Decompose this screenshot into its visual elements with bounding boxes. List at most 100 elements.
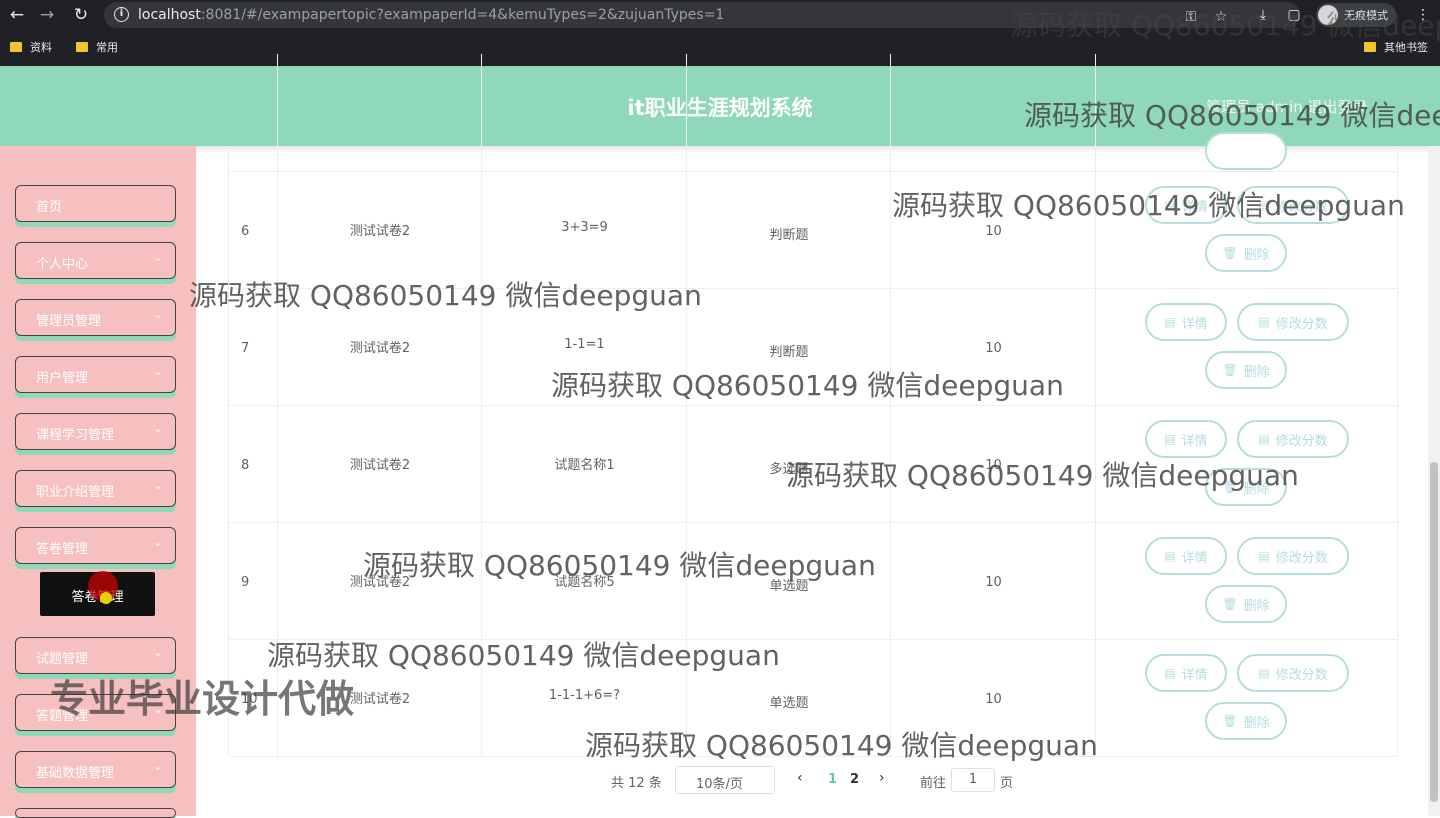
detail-button-label: 详情 xyxy=(1181,433,1208,449)
edit-score-button[interactable]: ▤ 修改分数 xyxy=(1237,654,1349,692)
edit-score-button-label: 修改分数 xyxy=(1275,550,1328,566)
delete-button[interactable] xyxy=(1205,132,1287,170)
reload-icon[interactable]: ↻ xyxy=(70,4,92,26)
page-1[interactable]: 1 xyxy=(828,772,837,787)
table-cell: 9 xyxy=(229,523,278,640)
sidebar-item-courses[interactable]: 课程学习管理 ⌄ xyxy=(15,413,176,450)
detail-button[interactable]: ▤ 详情 xyxy=(1145,537,1227,575)
delete-button[interactable]: 🗑 删除 xyxy=(1205,702,1287,740)
key-icon[interactable]: ⚿ xyxy=(1180,6,1202,28)
table-cell: 10 xyxy=(891,406,1096,523)
table-cell: 8 xyxy=(229,406,278,523)
cell-score: 10 xyxy=(985,224,1002,239)
download-icon[interactable]: ⤓ xyxy=(1252,4,1274,26)
forward-icon[interactable]: → xyxy=(36,4,58,26)
edit-score-button[interactable]: ▤ 修改分数 xyxy=(1237,186,1349,224)
table-cell: 多选题 xyxy=(687,406,891,523)
delete-button[interactable]: 🗑 删除 xyxy=(1205,351,1287,389)
other-bookmarks[interactable]: 其他书签 xyxy=(1364,39,1428,55)
edit-score-button-label: 修改分数 xyxy=(1275,316,1328,332)
sidebar-item-more[interactable] xyxy=(15,808,176,818)
table-row: 10 测试试卷2 1-1-1+6=? 单选题 10 ▤ 详情 ▤ 修改分数 🗑 删除 xyxy=(229,640,1397,757)
cell-paper: 测试试卷2 xyxy=(349,458,411,473)
document-icon: ▤ xyxy=(1258,432,1270,446)
table-cell: 7 xyxy=(229,289,278,406)
cell-paper: 测试试卷2 xyxy=(349,341,411,356)
scrollbar[interactable] xyxy=(1428,146,1440,816)
sidebar-item-home[interactable]: 首页 xyxy=(15,185,176,222)
page-size-select[interactable]: 10条/页 ⌄ xyxy=(675,766,775,794)
cell-type: 判断题 xyxy=(769,345,809,360)
goto-unit: 页 xyxy=(1000,776,1014,791)
table-cell: 单选题 xyxy=(687,523,891,640)
cell-score: 10 xyxy=(985,341,1002,356)
table-row: 9 测试试卷2 试题名称5 单选题 10 ▤ 详情 ▤ 修改分数 🗑 删除 xyxy=(229,523,1397,640)
table-cell: 试题名称5 xyxy=(482,523,687,640)
sidebar-item-careers[interactable]: 职业介绍管理 ⌄ xyxy=(15,470,176,507)
detail-button[interactable]: ▤ 详情 xyxy=(1145,303,1227,341)
cell-question: 1-1-1+6=? xyxy=(548,688,621,703)
detail-button[interactable]: ▤ 详情 xyxy=(1145,186,1227,224)
document-icon: ▤ xyxy=(1258,666,1270,680)
cell-paper: 测试试卷2 xyxy=(349,224,411,239)
sidepanel-icon[interactable]: ▢ xyxy=(1283,4,1305,26)
table-cell: 单选题 xyxy=(687,640,891,757)
table-cell: 判断题 xyxy=(687,289,891,406)
scrollbar-thumb[interactable] xyxy=(1430,462,1438,802)
cell-score: 10 xyxy=(985,458,1002,473)
edit-score-button-label: 修改分数 xyxy=(1275,433,1328,449)
star-icon[interactable]: ☆ xyxy=(1210,6,1232,28)
detail-button-label: 详情 xyxy=(1181,667,1208,683)
delete-button-label: 删除 xyxy=(1243,247,1270,263)
edit-score-button[interactable]: ▤ 修改分数 xyxy=(1237,420,1349,458)
document-icon: ▤ xyxy=(1164,198,1176,212)
table-cell: 3+3=9 xyxy=(482,172,687,289)
table-cell: 1-1=1 xyxy=(482,289,687,406)
delete-button[interactable]: 🗑 删除 xyxy=(1205,468,1287,506)
profile-chip[interactable]: 无痕模式 xyxy=(1316,3,1396,27)
goto-page-input[interactable]: 1 xyxy=(951,768,995,792)
site-info-icon[interactable]: i xyxy=(114,7,129,22)
document-icon: ▤ xyxy=(1164,432,1176,446)
trash-icon: 🗑 xyxy=(1222,714,1238,728)
trash-icon: 🗑 xyxy=(1222,480,1238,494)
cell-index: 8 xyxy=(241,458,250,473)
next-page-icon[interactable]: › xyxy=(879,770,885,786)
cell-type: 单选题 xyxy=(769,579,809,594)
detail-button[interactable]: ▤ 详情 xyxy=(1145,420,1227,458)
edit-score-button[interactable]: ▤ 修改分数 xyxy=(1237,303,1349,341)
edit-score-button-label: 修改分数 xyxy=(1275,667,1328,683)
edit-score-button-label: 修改分数 xyxy=(1275,199,1328,215)
document-icon: ▤ xyxy=(1258,315,1270,329)
cell-index: 9 xyxy=(241,575,250,590)
table-row: 8 测试试卷2 试题名称1 多选题 10 ▤ 详情 ▤ 修改分数 🗑 删除 xyxy=(229,406,1397,523)
folder-icon xyxy=(1364,42,1376,52)
table-cell: 10 xyxy=(891,172,1096,289)
bookmark-folder-1[interactable]: 资料 xyxy=(10,39,52,55)
bookmark-folder-2[interactable]: 常用 xyxy=(76,39,118,55)
sidebar-item-admins[interactable]: 管理员管理 ⌄ xyxy=(15,299,176,336)
prev-page-icon[interactable]: ‹ xyxy=(797,770,803,786)
sidebar-item-exampapers[interactable]: 答卷管理 ⌄ xyxy=(15,527,176,564)
delete-button-label: 删除 xyxy=(1243,598,1270,614)
cell-index: 6 xyxy=(241,224,250,239)
cell-type: 单选题 xyxy=(769,696,809,711)
table-cell: 6 xyxy=(229,172,278,289)
url-bar[interactable]: i localhost:8081/#/exampapertopic?exampa… xyxy=(104,2,1300,28)
menu-kebab-icon[interactable]: ⋮ xyxy=(1412,4,1434,26)
delete-button-label: 删除 xyxy=(1243,364,1270,380)
delete-button[interactable]: 🗑 删除 xyxy=(1205,234,1287,272)
page-2[interactable]: 2 xyxy=(850,772,859,787)
goto-label: 前往 xyxy=(920,776,947,791)
cell-type: 判断题 xyxy=(769,228,809,243)
sidebar-item-profile[interactable]: 个人中心 ⌄ xyxy=(15,242,176,279)
delete-button[interactable]: 🗑 删除 xyxy=(1205,585,1287,623)
cell-paper: 测试试卷2 xyxy=(349,575,411,590)
table-cell: 10 xyxy=(891,289,1096,406)
edit-score-button[interactable]: ▤ 修改分数 xyxy=(1237,537,1349,575)
back-icon[interactable]: ← xyxy=(6,4,28,26)
detail-button[interactable]: ▤ 详情 xyxy=(1145,654,1227,692)
cell-score: 10 xyxy=(985,575,1002,590)
table-cell: 测试试卷2 xyxy=(278,289,482,406)
sidebar-item-users[interactable]: 用户管理 ⌄ xyxy=(15,356,176,393)
